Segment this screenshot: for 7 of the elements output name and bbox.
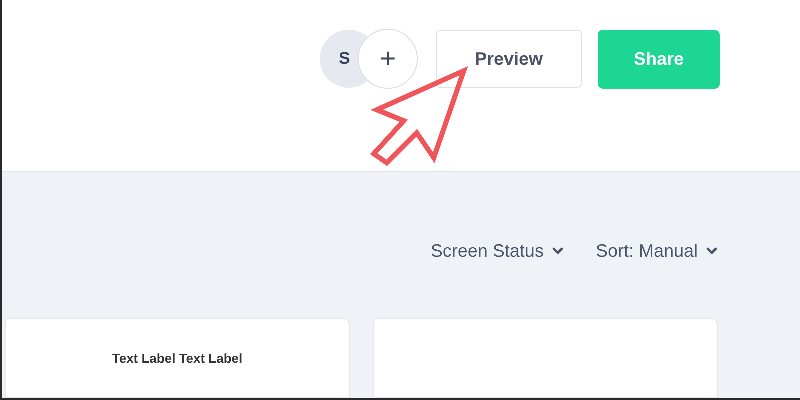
filter-dropdown[interactable]: Sort: Manual	[596, 239, 720, 264]
screen-card[interactable]	[373, 318, 718, 398]
add-button[interactable]: +	[358, 29, 418, 89]
card-label: Text Label Text Label	[112, 351, 243, 367]
preview-button[interactable]: Preview	[436, 30, 582, 88]
screen-card[interactable]: Text Label Text Label	[5, 318, 350, 398]
filter-dropdown[interactable]: Screen Status	[430, 239, 566, 264]
